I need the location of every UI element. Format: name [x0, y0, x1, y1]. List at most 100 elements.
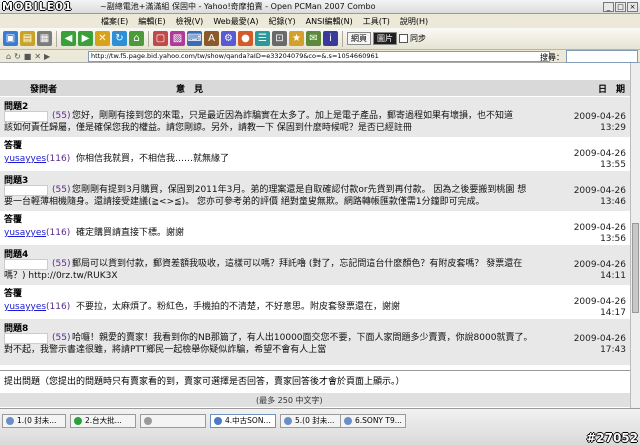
address-book-icon[interactable]: ☰: [255, 31, 270, 46]
char-limit-note: (最多 250 中文字): [256, 396, 323, 405]
minimize-button[interactable]: _: [603, 1, 614, 12]
task-label: 4.中古SON...: [225, 416, 271, 425]
asker-score[interactable]: (55): [52, 332, 70, 344]
folder-icon[interactable]: ▤: [20, 31, 35, 46]
ask-question-note: 提出問題（您提出的問題時只有賣家看的到，賣家可選擇是否回答，賣家回答後才會於頁面…: [4, 377, 405, 387]
seller-link[interactable]: yusayyes: [4, 302, 46, 312]
lock-icon[interactable]: ⊡: [272, 31, 287, 46]
qa-table-header: 發問者 意 見 日 期: [0, 80, 630, 96]
question-text-line1: 您剛剛有提到3月購買，保固到2011年3月。弟的理案還是自取確認付款or先貨到再…: [72, 185, 527, 195]
question-block: 問題2 (55) 您好，剛剛有接到您的來電，只是最近因為詐騙實在太多了。加上是電…: [0, 97, 630, 137]
mobile01-logo: MOBILE01: [2, 0, 73, 13]
sync-checkbox[interactable]: [399, 34, 408, 43]
menu-file[interactable]: 檔案(E): [96, 16, 133, 27]
web-search-button[interactable]: 網頁: [347, 32, 371, 45]
question-text-line1: 郵局可以貨到付款，郵資差額我吸收，這樣可以嗎？拜託嚕 (對了，忘記問這台什麼顏色…: [72, 259, 523, 269]
tab-icon: [344, 417, 352, 425]
maximize-button[interactable]: □: [615, 1, 626, 12]
seller-score[interactable]: (116): [46, 227, 70, 239]
task-label: 6.SONY T9...: [355, 416, 402, 425]
answer-date: 2009-04-26 13:55: [573, 149, 626, 170]
asker-score[interactable]: (55): [52, 110, 70, 122]
task-tab-5[interactable]: 5.(0 封未...: [280, 414, 344, 428]
tab-icon: [74, 417, 82, 425]
task-label: 2.台大批...: [85, 416, 122, 425]
settings-icon[interactable]: ⚙: [221, 31, 236, 46]
tab-icon: [214, 417, 222, 425]
seller-link[interactable]: yusayyes: [4, 154, 46, 164]
task-label: 5.(0 封未...: [295, 416, 335, 425]
menu-help[interactable]: 說明(H): [395, 16, 433, 27]
color-icon[interactable]: ●: [238, 31, 253, 46]
document-icon[interactable]: ▦: [37, 31, 52, 46]
menu-bar: 檔案(E) 編輯(E) 檢視(V) Web最愛(A) 紀錄(Y) ANSI編輯(…: [0, 14, 640, 28]
menu-view[interactable]: 檢視(V): [171, 16, 209, 27]
question-date: 2009-04-26 13:46: [573, 186, 626, 207]
page-content: 發問者 意 見 日 期 問題2 (55) 您好，剛剛有接到您的來電，只是最近因為…: [0, 63, 630, 408]
disconnect-icon[interactable]: ✕: [95, 31, 110, 46]
menu-ansi-edit[interactable]: ANSI編輯(N): [301, 16, 358, 27]
menu-history[interactable]: 紀錄(Y): [263, 16, 300, 27]
bookmark-small-icon[interactable]: ▶: [44, 52, 50, 61]
answer-text: 你相信我就買，不相信我……就無緣了: [76, 154, 230, 164]
asker-score[interactable]: (55): [52, 184, 70, 196]
seller-score[interactable]: (116): [46, 301, 70, 313]
keyboard-icon[interactable]: ⌨: [187, 31, 202, 46]
lock-small-icon[interactable]: ■: [24, 52, 32, 61]
menu-tools[interactable]: 工具(T): [358, 16, 395, 27]
seller-score[interactable]: (116): [46, 153, 70, 165]
back-icon[interactable]: ◀: [61, 31, 76, 46]
question-date: 2009-04-26 13:29: [573, 112, 626, 133]
reconnect-icon[interactable]: ↻: [112, 31, 127, 46]
question-block: 問題8 (55) 哈囉！親愛的賣家！我看到你的NB那篇了，有人出10000面交您…: [0, 319, 630, 365]
answer-label: 答覆: [4, 215, 23, 225]
close-button[interactable]: ×: [627, 1, 638, 12]
tab-icon: [284, 417, 292, 425]
answer-text: 確定購買請直接下標。謝謝: [76, 228, 185, 238]
asker-name-redacted: [4, 185, 48, 196]
new-connection-icon[interactable]: ▣: [3, 31, 18, 46]
question-date: 2009-04-26 17:43: [573, 334, 626, 355]
question-text-line2: 該如何責任歸屬，僅是確保您我的權益。請您剛諒。另外，請教一下 保固到什麼時候呢？…: [4, 123, 412, 133]
asker-name-redacted: [4, 259, 48, 270]
task-tab-6[interactable]: 6.SONY T9...: [340, 414, 406, 428]
forward-icon[interactable]: ▶: [78, 31, 93, 46]
home-small-icon[interactable]: ⌂: [6, 52, 11, 61]
address-bar: ⌂ ↻ ■ ✕ ▶ http://tw.f5.page.bid.yahoo.co…: [0, 50, 640, 63]
task-tab-3[interactable]: [140, 414, 206, 428]
home-icon[interactable]: ⌂: [129, 31, 144, 46]
copy-icon[interactable]: ▢: [153, 31, 168, 46]
close-small-icon[interactable]: ✕: [34, 52, 41, 61]
answer-block: 答覆 yusayyes (116) 確定購買請直接下標。謝謝 2009-04-2…: [0, 211, 630, 245]
tab-icon: [144, 417, 152, 425]
menu-favorites[interactable]: Web最愛(A): [208, 16, 263, 27]
answer-label: 答覆: [4, 289, 23, 299]
asker-column-header: 發問者: [30, 85, 58, 95]
url-input[interactable]: http://tw.f5.page.bid.yahoo.com/tw/show/…: [88, 50, 550, 62]
toolbar: ▣ ▤ ▦ ◀ ▶ ✕ ↻ ⌂ ▢ ▨ ⌨ A ⚙ ● ☰ ⊡ ★ ✉ i 網頁…: [0, 28, 640, 50]
chat-icon[interactable]: ✉: [306, 31, 321, 46]
refresh-small-icon[interactable]: ↻: [14, 52, 21, 61]
question-text-line2: 嗎？) http://0rz.tw/RUK3X: [4, 271, 118, 281]
star-icon[interactable]: ★: [289, 31, 304, 46]
ask-question-area: 提出問題（您提出的問題時只有賣家看的到，賣家可選擇是否回答，賣家回答後才會於頁面…: [0, 370, 630, 408]
answer-block: 答覆 yusayyes (116) 你相信我就買，不相信我……就無緣了 2009…: [0, 137, 630, 171]
paste-icon[interactable]: ▨: [170, 31, 185, 46]
answer-block: 答覆 yusayyes (116) 不要拉，太麻煩了。粉紅色，手機拍的不清楚，不…: [0, 285, 630, 319]
task-tab-4[interactable]: 4.中古SON...: [210, 414, 276, 428]
sync-toggle[interactable]: 同步: [399, 33, 426, 44]
search-input[interactable]: [566, 50, 638, 63]
title-bar: MOBILE01 ~副總電池+滿滿組 保固中 - Yahoo!奇摩拍賣 - Op…: [0, 0, 640, 14]
vertical-scrollbar[interactable]: [630, 63, 640, 408]
menu-edit[interactable]: 編輯(E): [133, 16, 170, 27]
task-tab-2[interactable]: 2.台大批...: [70, 414, 136, 428]
image-search-button[interactable]: 圖片: [373, 32, 397, 45]
info-icon[interactable]: i: [323, 31, 338, 46]
seller-link[interactable]: yusayyes: [4, 228, 46, 238]
task-tab-1[interactable]: 1.(0 封未...: [2, 414, 66, 428]
asker-score[interactable]: (55): [52, 258, 70, 270]
question-block: 問題3 (55) 您剛剛有提到3月購買，保固到2011年3月。弟的理案還是自取確…: [0, 171, 630, 211]
asker-name-redacted: [4, 111, 48, 122]
font-icon[interactable]: A: [204, 31, 219, 46]
scrollbar-thumb[interactable]: [632, 223, 639, 313]
